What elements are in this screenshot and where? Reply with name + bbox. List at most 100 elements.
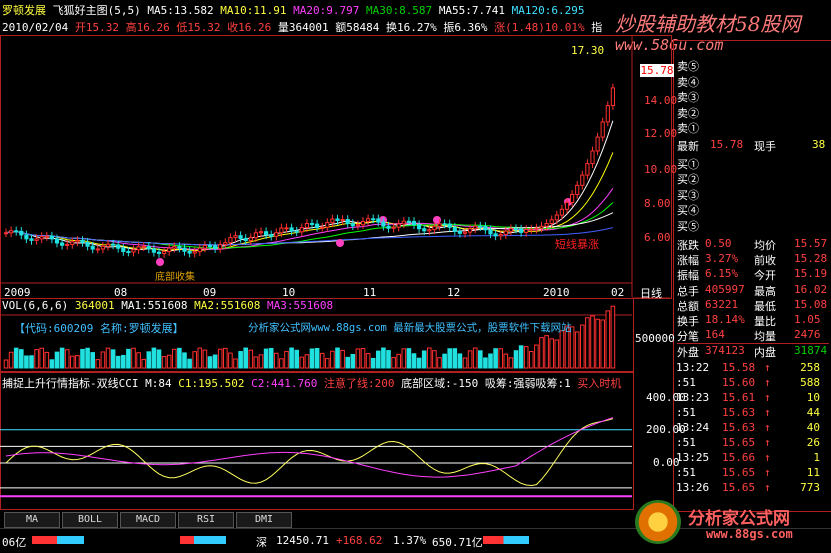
candle-body [121, 247, 126, 252]
candle-body [549, 219, 554, 225]
tab-ma[interactable]: MA [4, 512, 60, 528]
tick-price: 15.65 [722, 436, 756, 450]
candle-body [447, 223, 452, 228]
inner-value: 31874 [794, 344, 828, 358]
candle-body [350, 223, 355, 227]
candle-body [258, 231, 264, 234]
tick-price: 15.65 [722, 481, 756, 495]
tick-price: 15.63 [722, 421, 756, 435]
day-line-button[interactable]: 日线 [640, 285, 662, 301]
candle-body [345, 219, 350, 225]
stat-key-2: 今开 [754, 269, 776, 283]
stat-key-2: 均价 [754, 239, 776, 252]
tick-volume: 10 [806, 391, 820, 405]
volume-bar [279, 358, 284, 369]
sell-label: 卖④ [677, 75, 699, 89]
price-high-label: 17.30 [571, 44, 605, 57]
tab-macd[interactable]: MACD [120, 512, 176, 528]
sell-level-2[interactable]: 卖② [677, 105, 829, 120]
cci-line-c1 [5, 418, 614, 487]
volume-bar [549, 338, 555, 369]
x-label-2009: 2009 [4, 286, 31, 299]
buy-level-1[interactable]: 买① [677, 156, 829, 171]
cci-buy: 买入时机 [577, 377, 622, 390]
brand-title: 分析家公式网 [688, 509, 790, 529]
candle-body [315, 223, 320, 228]
sell-label: 卖① [677, 122, 699, 135]
tab-rsi[interactable]: RSI [178, 512, 234, 528]
volume-bar [421, 350, 427, 369]
candle-body [192, 251, 197, 254]
cci-header: 捕捉上升行情指标-双线CCI M:84 C1:195.502 C2:441.76… [2, 375, 621, 391]
cci-title[interactable]: 捕捉上升行情指标-双线CCI [2, 377, 139, 390]
candle-body [320, 226, 325, 229]
x-label-11: 11 [363, 286, 377, 299]
status-ratio-bar-1 [32, 536, 84, 544]
candle-body [529, 228, 534, 231]
tab-boll[interactable]: BOLL [62, 512, 118, 528]
buy-level-4[interactable]: 买④ [677, 202, 829, 217]
tick-volume: 40 [806, 421, 820, 435]
candle-body [580, 174, 585, 186]
volume-bar [110, 349, 116, 369]
buy-level-3[interactable]: 买③ [677, 187, 829, 202]
volume-bar [13, 347, 19, 369]
tick-volume: 1 [813, 451, 820, 465]
current-price-tag: 15.78 [640, 64, 674, 77]
volume-bar [340, 349, 345, 369]
volume-bar [478, 350, 483, 369]
candle-body [60, 242, 65, 246]
candle-body [9, 230, 14, 234]
stat-val-2: 15.08 [794, 297, 828, 311]
candle-body [126, 250, 131, 253]
volume-bar [574, 331, 580, 369]
status-market: 深 [256, 536, 267, 549]
tab-dmi[interactable]: DMI [236, 512, 292, 528]
outer-value: 374123 [705, 344, 745, 358]
volume-bar [146, 351, 152, 369]
volume-bar [54, 351, 60, 369]
tick-arrow-icon: ↑ [764, 451, 771, 465]
sell-level-5[interactable]: 卖⑤ [677, 58, 829, 73]
stat-key-1: 总手 [677, 284, 699, 298]
x-label-08: 08 [114, 286, 128, 299]
stat-row: 换手 18.14% 量比 1.05 [677, 313, 829, 328]
hand-label: 现手 [754, 139, 776, 153]
sell-level-3[interactable]: 卖③ [677, 89, 829, 104]
volume-bar [248, 349, 254, 369]
tick-arrow-icon: ↑ [764, 391, 771, 405]
vol-title[interactable]: VOL(6,6,6) [2, 299, 68, 312]
stat-val-1: 0.50 [705, 237, 732, 250]
sell-level-4[interactable]: 卖④ [677, 74, 829, 89]
volume-bar [3, 359, 9, 369]
candle-body [141, 245, 146, 248]
volume-bar [141, 358, 146, 369]
candle-body [172, 246, 177, 249]
volume-bar [151, 347, 157, 369]
stat-val-2: 2476 [794, 328, 821, 342]
candle-body [575, 184, 580, 195]
volume-bar [126, 348, 131, 369]
signal-dot [336, 239, 344, 247]
volume-bar [513, 350, 519, 369]
candle-body [564, 201, 570, 210]
buy-level-5[interactable]: 买⑤ [677, 218, 829, 233]
annotation-surge: 短线暴涨 [555, 238, 599, 251]
sell-level-1[interactable]: 卖① [677, 120, 829, 135]
buy-label: 买③ [677, 188, 699, 202]
volume-bar [75, 355, 80, 369]
cci-warn: 注意了线:200 [323, 377, 395, 390]
candle-body [151, 248, 157, 253]
candle-body [488, 229, 493, 235]
volume-bar [284, 350, 289, 369]
stat-val-2: 15.28 [794, 252, 828, 266]
candle-body [600, 121, 605, 138]
latest-price: 15.78 [710, 137, 744, 151]
volume-bar [462, 357, 468, 369]
buy-level-2[interactable]: 买② [677, 171, 829, 186]
volume-bar [523, 346, 529, 369]
candle-body [330, 218, 335, 224]
tick-arrow-icon: ↑ [764, 406, 771, 420]
candle-body [452, 226, 457, 232]
volume-bar [559, 330, 565, 369]
